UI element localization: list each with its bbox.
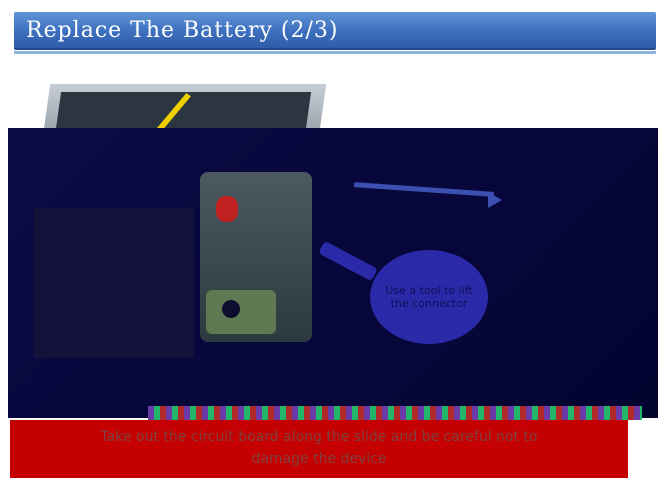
- caption-border-stripe: [148, 406, 642, 420]
- photo-shadow-region: [34, 208, 194, 358]
- slide-title-bar: Replace The Battery (2/3): [14, 12, 656, 50]
- callout-bubble: Use a tool to lift the connector: [370, 250, 488, 344]
- slide-title: Replace The Battery (2/3): [26, 18, 339, 43]
- caption-line-2: damage the device: [251, 451, 387, 467]
- circuit-board-base: [206, 290, 276, 334]
- arrow-head-icon: [488, 192, 502, 208]
- red-component: [216, 196, 238, 222]
- caption-box: Take out the circuit board along the sli…: [10, 420, 628, 478]
- title-underline: [14, 51, 656, 54]
- mounting-hole: [222, 300, 240, 318]
- caption-line-1: Take out the circuit board along the sli…: [100, 429, 538, 445]
